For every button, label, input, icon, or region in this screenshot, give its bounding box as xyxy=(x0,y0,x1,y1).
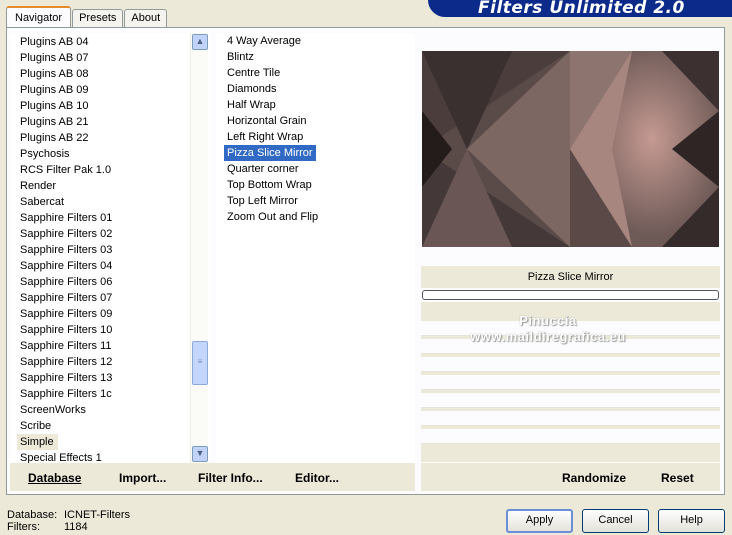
filter-list[interactable]: 4 Way Average Blintz Centre Tile Diamonds Ha… xyxy=(216,33,415,463)
param-row xyxy=(421,393,720,408)
category-item[interactable]: Plugins AB 10 xyxy=(11,98,209,114)
category-item[interactable]: Simple xyxy=(17,434,58,450)
filter-item[interactable]: 4 Way Average xyxy=(216,33,415,49)
scroll-up-icon[interactable]: ▲ xyxy=(192,34,208,50)
category-item[interactable]: Sapphire Filters 10 xyxy=(11,322,209,338)
category-item[interactable]: Sapphire Filters 04 xyxy=(11,258,209,274)
category-item[interactable]: Plugins AB 09 xyxy=(11,82,209,98)
filter-item[interactable]: Blintz xyxy=(216,49,415,65)
filter-item[interactable]: Centre Tile xyxy=(216,65,415,81)
category-item[interactable]: Sapphire Filters 09 xyxy=(11,306,209,322)
filter-item[interactable]: Top Bottom Wrap xyxy=(216,177,415,193)
selected-filter-label: Pizza Slice Mirror xyxy=(421,266,720,288)
tab-navigator[interactable]: Navigator xyxy=(6,6,72,27)
tab-strip: Navigator Presets About xyxy=(6,6,168,27)
category-item[interactable]: Render xyxy=(11,178,209,194)
category-list[interactable]: Plugins AB 04 Plugins AB 07 Plugins AB 08 P… xyxy=(10,33,210,464)
param-row xyxy=(421,375,720,390)
database-value: ICNET-Filters xyxy=(64,509,130,521)
category-scrollbar[interactable]: ▲ ≡ ▼ xyxy=(190,33,208,463)
category-item[interactable]: Sapphire Filters 02 xyxy=(11,226,209,242)
category-item[interactable]: RCS Filter Pak 1.0 xyxy=(11,162,209,178)
filter-info-button[interactable]: Filter Info... xyxy=(198,471,263,485)
category-item[interactable]: Plugins AB 21 xyxy=(11,114,209,130)
filter-item[interactable]: Top Left Mirror xyxy=(216,193,415,209)
preview-button-bar: Randomize Reset xyxy=(421,463,720,491)
scroll-thumb[interactable]: ≡ xyxy=(192,341,208,385)
filter-item[interactable]: Diamonds xyxy=(216,81,415,97)
filter-item[interactable]: Quarter corner xyxy=(216,161,415,177)
category-item[interactable]: Plugins AB 04 xyxy=(11,34,209,50)
apply-button[interactable]: Apply xyxy=(506,509,573,533)
preview-image xyxy=(422,51,719,247)
cancel-button[interactable]: Cancel xyxy=(582,509,649,533)
param-row xyxy=(421,429,720,444)
watermark: Pinuccia www.maildiregrafica.eu xyxy=(448,313,648,345)
status-database: Database: ICNET-Filters xyxy=(7,509,130,521)
category-item[interactable]: Sapphire Filters 11 xyxy=(11,338,209,354)
randomize-button[interactable]: Randomize xyxy=(562,471,626,485)
status-filters: Filters: 1184 xyxy=(7,521,88,533)
category-item[interactable]: Plugins AB 07 xyxy=(11,50,209,66)
category-item[interactable]: Plugins AB 22 xyxy=(11,130,209,146)
filter-item[interactable]: Pizza Slice Mirror xyxy=(224,145,316,161)
reset-button[interactable]: Reset xyxy=(661,471,694,485)
category-item[interactable]: Sapphire Filters 12 xyxy=(11,354,209,370)
category-item[interactable]: Scribe xyxy=(11,418,209,434)
category-item[interactable]: Sapphire Filters 13 xyxy=(11,370,209,386)
category-item[interactable]: Sapphire Filters 01 xyxy=(11,210,209,226)
watermark-url: www.maildiregrafica.eu xyxy=(470,329,626,344)
category-item[interactable]: Sapphire Filters 03 xyxy=(11,242,209,258)
import-button[interactable]: Import... xyxy=(119,471,166,485)
editor-button[interactable]: Editor... xyxy=(295,471,339,485)
filters-label: Filters: xyxy=(7,521,40,533)
category-item[interactable]: Psychosis xyxy=(11,146,209,162)
filter-item[interactable]: Half Wrap xyxy=(216,97,415,113)
database-button[interactable]: Database xyxy=(28,471,81,485)
category-item[interactable]: Sapphire Filters 06 xyxy=(11,274,209,290)
scroll-down-icon[interactable]: ▼ xyxy=(192,446,208,462)
param-row xyxy=(421,357,720,372)
filter-item[interactable]: Horizontal Grain xyxy=(216,113,415,129)
watermark-name: Pinuccia xyxy=(519,313,577,328)
category-item[interactable]: ScreenWorks xyxy=(11,402,209,418)
navigator-button-bar: Database Import... Filter Info... Editor… xyxy=(10,463,415,491)
progress-bar xyxy=(422,290,719,300)
filter-item[interactable]: Zoom Out and Flip xyxy=(216,209,415,225)
tab-about[interactable]: About xyxy=(124,9,168,27)
param-row xyxy=(421,411,720,426)
database-label: Database: xyxy=(7,509,58,521)
filters-count: 1184 xyxy=(64,521,88,533)
app-banner: Filters Unlimited 2.0 xyxy=(428,0,732,17)
category-item[interactable]: Sapphire Filters 07 xyxy=(11,290,209,306)
category-item[interactable]: Plugins AB 08 xyxy=(11,66,209,82)
tab-presets[interactable]: Presets xyxy=(72,9,124,27)
category-item[interactable]: Sapphire Filters 1c xyxy=(11,386,209,402)
category-item[interactable]: Sabercat xyxy=(11,194,209,210)
scroll-grip-icon: ≡ xyxy=(197,357,203,366)
filter-item[interactable]: Left Right Wrap xyxy=(216,129,415,145)
help-button[interactable]: Help xyxy=(658,509,725,533)
